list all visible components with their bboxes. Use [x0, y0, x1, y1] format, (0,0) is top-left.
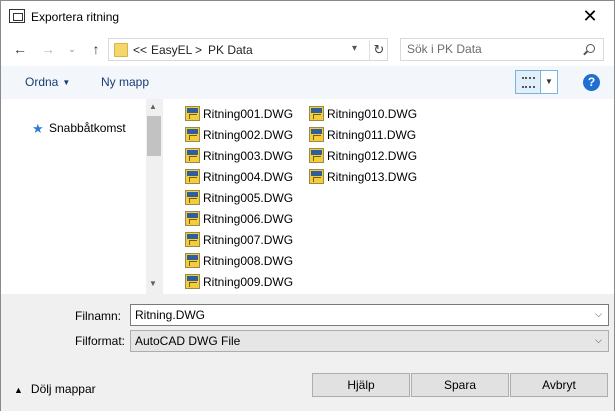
- app-icon: [9, 9, 25, 23]
- address-bar[interactable]: << EasyEL > PK Data ▾ ↻: [108, 38, 388, 61]
- browser-area: ★ Snabbåtkomst ▲ ▼ Ritning001.DWG Ritnin…: [1, 99, 614, 294]
- title-bar: Exportera ritning ✕: [1, 1, 614, 32]
- filename-input[interactable]: [135, 308, 575, 322]
- dwg-file-icon: [185, 106, 200, 121]
- file-name: Ritning005.DWG: [203, 191, 294, 205]
- chevron-down-icon: ▼: [62, 78, 71, 87]
- dwg-file-icon: [309, 169, 324, 184]
- dwg-file-icon: [185, 211, 200, 226]
- save-button[interactable]: Spara: [411, 373, 509, 397]
- dwg-file-icon: [309, 106, 324, 121]
- dwg-file-icon: [185, 274, 200, 289]
- file-name: Ritning001.DWG: [203, 107, 294, 121]
- list-view-icon: [522, 77, 535, 88]
- scroll-up-icon[interactable]: ▲: [149, 102, 157, 111]
- close-button[interactable]: ✕: [567, 1, 613, 31]
- new-folder-button[interactable]: Ny mapp: [101, 75, 149, 89]
- scroll-thumb[interactable]: [147, 116, 161, 156]
- search-icon[interactable]: [586, 44, 595, 53]
- breadcrumb-separator[interactable]: >: [195, 43, 202, 57]
- search-input[interactable]: [407, 42, 577, 56]
- refresh-icon[interactable]: ↻: [369, 40, 388, 60]
- quick-access-item[interactable]: Snabbåtkomst: [49, 121, 126, 135]
- filename-combo[interactable]: ⌵: [130, 304, 609, 326]
- format-label: Filformat:: [75, 334, 126, 348]
- breadcrumb-overflow[interactable]: <<: [133, 43, 147, 57]
- window-title: Exportera ritning: [31, 10, 120, 24]
- help-icon[interactable]: ?: [583, 74, 600, 91]
- file-name: Ritning012.DWG: [327, 149, 418, 163]
- organize-menu[interactable]: Ordna ▼: [25, 75, 70, 89]
- command-bar: Ordna ▼ Ny mapp ▼ ?: [1, 66, 614, 99]
- breadcrumb-pk-data[interactable]: PK Data: [208, 43, 253, 57]
- dwg-file-icon: [185, 169, 200, 184]
- breadcrumb-easyel[interactable]: EasyEL: [151, 43, 192, 57]
- forward-arrow-icon[interactable]: →: [39, 40, 57, 58]
- hide-folders-toggle[interactable]: ▲ Dölj mappar: [14, 382, 96, 396]
- quick-access-star-icon[interactable]: ★: [32, 121, 44, 137]
- dwg-file-icon: [185, 127, 200, 142]
- view-mode-dropdown-chevron-icon[interactable]: ▼: [541, 70, 558, 94]
- chevron-down-icon[interactable]: ⌵: [595, 309, 602, 320]
- dwg-file-icon: [185, 148, 200, 163]
- filename-label: Filnamn:: [75, 309, 122, 323]
- file-name: Ritning003.DWG: [203, 149, 294, 163]
- export-dialog: Exportera ritning ✕ ← → ⌄ ↑ << EasyEL > …: [0, 0, 615, 411]
- dwg-file-icon: [185, 190, 200, 205]
- dwg-file-icon: [185, 253, 200, 268]
- recent-locations-chevron-icon[interactable]: ⌄: [63, 40, 81, 58]
- address-dropdown-chevron-icon[interactable]: ▾: [352, 43, 357, 54]
- chevron-up-icon: ▲: [14, 385, 23, 395]
- chevron-down-icon[interactable]: ⌵: [595, 335, 602, 346]
- file-name: Ritning013.DWG: [327, 170, 418, 184]
- file-list: Ritning001.DWG Ritning002.DWG Ritning003…: [163, 99, 614, 294]
- up-arrow-icon[interactable]: ↑: [87, 40, 105, 58]
- dwg-file-icon: [309, 127, 324, 142]
- save-options: Filnamn: ⌵ Filformat: AutoCAD DWG File ⌵…: [1, 294, 614, 411]
- file-name: Ritning007.DWG: [203, 233, 294, 247]
- hide-folders-label: Dölj mappar: [30, 382, 96, 396]
- file-name: Ritning004.DWG: [203, 170, 294, 184]
- back-arrow-icon[interactable]: ←: [11, 40, 29, 58]
- help-button[interactable]: Hjälp: [312, 373, 410, 397]
- file-name: Ritning006.DWG: [203, 212, 294, 226]
- organize-label: Ordna: [25, 75, 59, 89]
- file-name: Ritning011.DWG: [327, 128, 417, 142]
- search-box[interactable]: [400, 38, 604, 61]
- file-name: Ritning009.DWG: [203, 275, 294, 289]
- scroll-down-icon[interactable]: ▼: [149, 279, 157, 288]
- cancel-button[interactable]: Avbryt: [510, 373, 608, 397]
- file-name: Ritning010.DWG: [327, 107, 418, 121]
- dwg-file-icon: [185, 232, 200, 247]
- format-select[interactable]: AutoCAD DWG File ⌵: [130, 330, 609, 352]
- navigation-bar: ← → ⌄ ↑ << EasyEL > PK Data ▾ ↻: [1, 32, 614, 66]
- view-mode-button[interactable]: [515, 70, 541, 94]
- folder-icon: [114, 43, 128, 57]
- navigation-pane: ★ Snabbåtkomst: [1, 99, 146, 294]
- format-value: AutoCAD DWG File: [135, 334, 241, 348]
- file-name: Ritning002.DWG: [203, 128, 294, 142]
- file-name: Ritning008.DWG: [203, 254, 294, 268]
- dwg-file-icon: [309, 148, 324, 163]
- navigation-pane-scrollbar[interactable]: ▲ ▼: [146, 99, 163, 294]
